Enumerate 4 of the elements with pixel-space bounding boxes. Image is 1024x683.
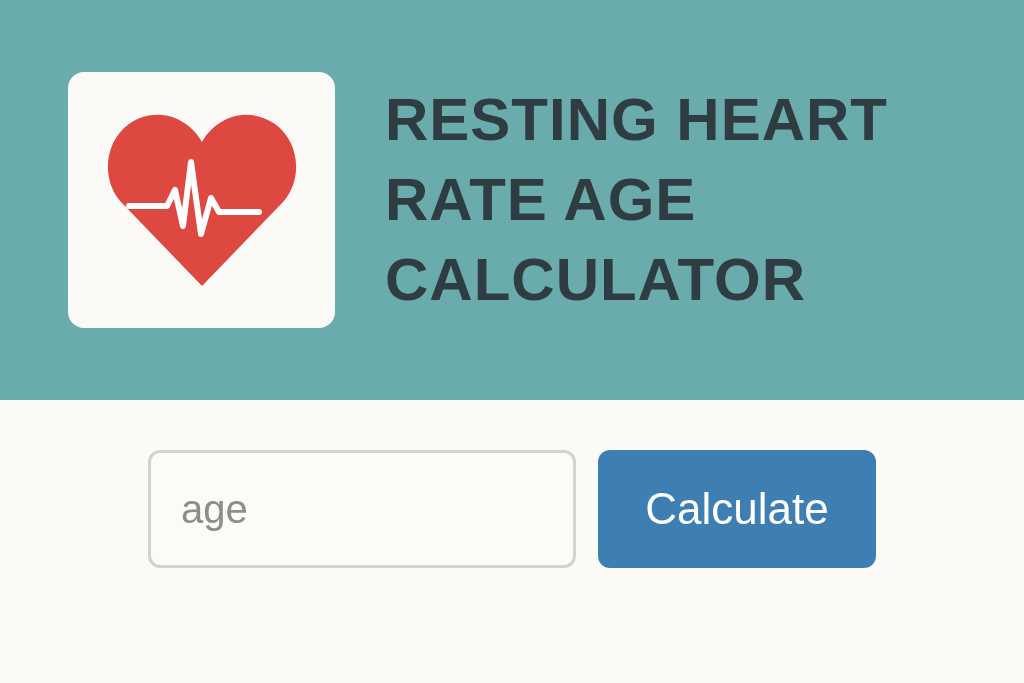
calculate-button[interactable]: Calculate: [598, 450, 876, 568]
app-title: RESTING HEART RATE AGE CALCULATOR: [385, 85, 890, 315]
age-input-field[interactable]: age: [148, 450, 576, 568]
heart-pulse-icon: [106, 114, 297, 286]
